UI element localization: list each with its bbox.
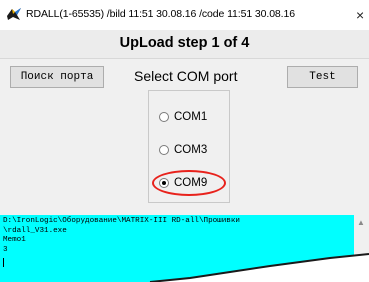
text-caret: [3, 258, 4, 267]
memo1[interactable]: D:\IronLogic\Оборудование\MATRIX-III RD-…: [0, 215, 369, 282]
app-icon: [7, 8, 21, 20]
test-button[interactable]: Test: [287, 66, 358, 88]
memo-line: Memo1: [3, 236, 26, 245]
find-port-button[interactable]: Поиск порта: [10, 66, 104, 88]
com-port-group: COM1 COM3 COM9: [148, 90, 230, 203]
step-header: UpLoad step 1 of 4: [0, 30, 369, 59]
com-port-option[interactable]: COM3: [159, 142, 207, 158]
select-com-port-label: Select COM port: [134, 68, 238, 84]
memo-line: D:\IronLogic\Оборудование\MATRIX-III RD-…: [3, 217, 240, 225]
highlight-ellipse: [152, 170, 226, 196]
radio-unchecked-icon[interactable]: [159, 112, 169, 122]
memo-line: \rdall_V31.exe: [3, 226, 67, 235]
scroll-up-arrow-icon[interactable]: ▲: [357, 218, 365, 227]
title-bar: RDALL(1-65535) /bild 11:51 30.08.16 /cod…: [0, 0, 369, 30]
com-port-option[interactable]: COM1: [159, 109, 207, 125]
radio-unchecked-icon[interactable]: [159, 145, 169, 155]
window-title: RDALL(1-65535) /bild 11:51 30.08.16 /cod…: [26, 8, 295, 20]
memo-line: 3: [3, 245, 8, 254]
step-title: UpLoad step 1 of 4: [119, 35, 250, 51]
memo-text: D:\IronLogic\Оборудование\MATRIX-III RD-…: [3, 217, 240, 255]
close-button[interactable]: ×: [356, 6, 369, 24]
memo-scrollbar[interactable]: ▲: [354, 215, 369, 282]
com-port-label: COM1: [174, 111, 208, 123]
com-port-label: COM3: [174, 144, 208, 156]
wizard-body: UpLoad step 1 of 4 Поиск порта Select CO…: [0, 30, 369, 282]
